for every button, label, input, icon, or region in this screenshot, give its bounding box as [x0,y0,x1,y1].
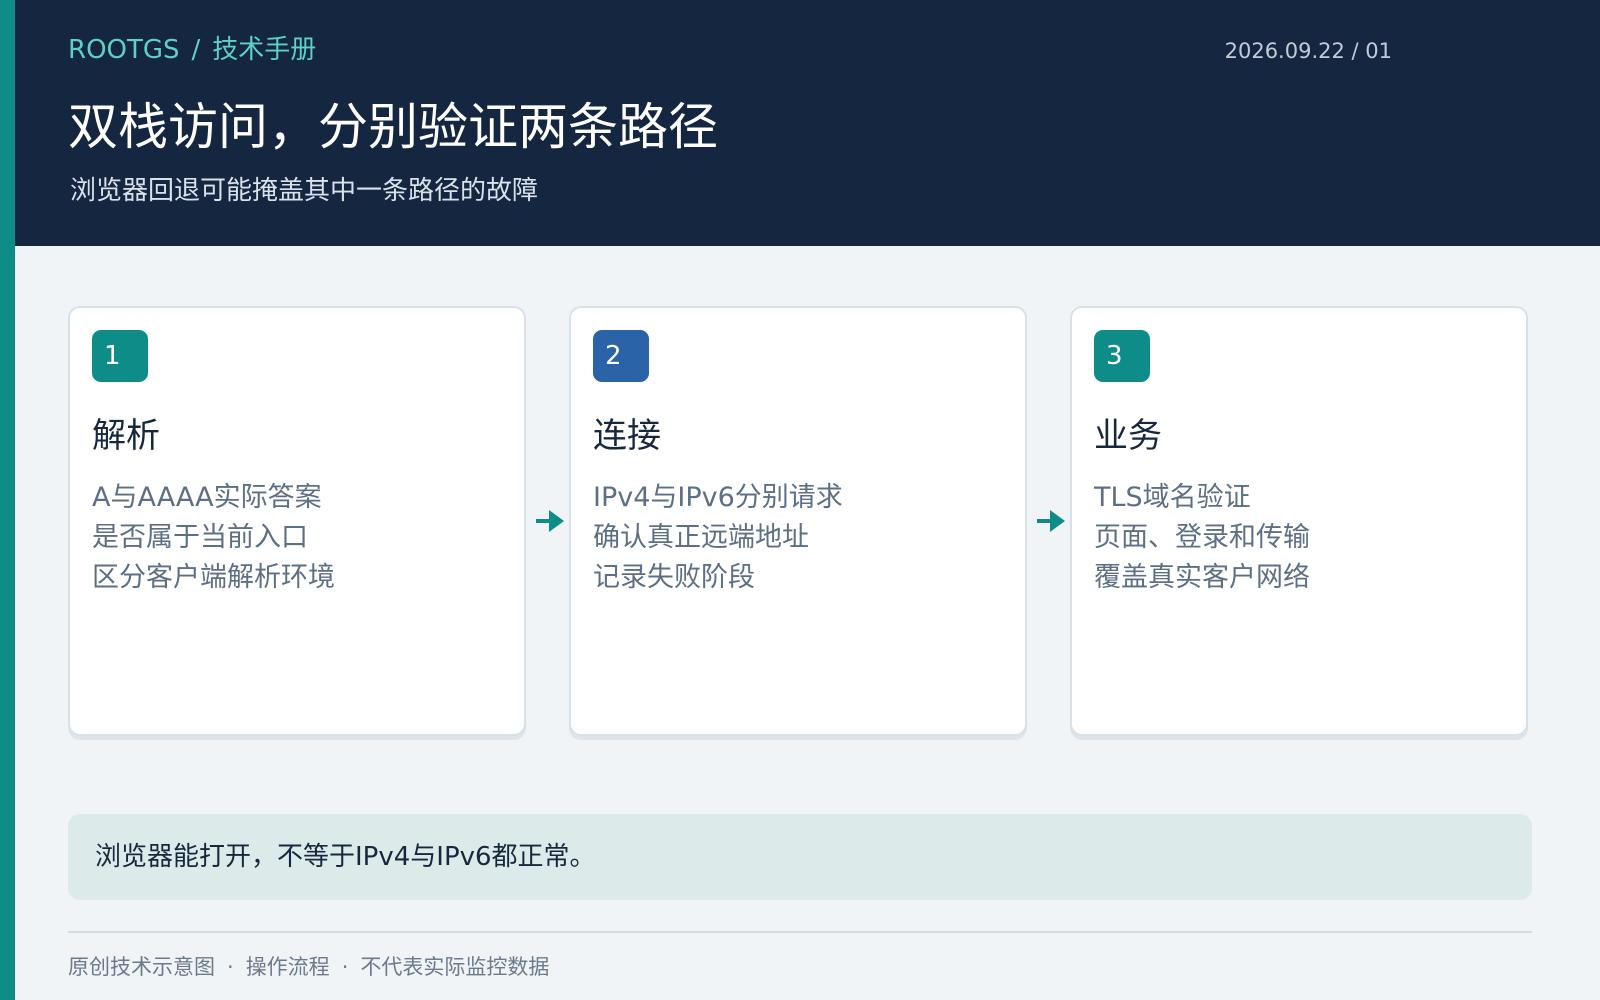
breadcrumb-brand[interactable]: ROOTGS [68,35,180,65]
step-line: 记录失败阶段 [593,562,755,593]
step-badge: 2 [593,330,649,382]
page-meta: 2026.09.22 / 01 [1224,39,1392,63]
step-line: IPv4与IPv6分别请求 [593,482,843,513]
step-badge: 3 [1094,330,1150,382]
step-lines: A与AAAA实际答案 是否属于当前入口 区分客户端解析环境 [92,478,335,598]
callout-text: 浏览器能打开，不等于IPv4与IPv6都正常。 [95,842,596,872]
page-title: 双栈访问，分别验证两条路径 [68,98,718,156]
step-title: 业务 [1094,416,1162,456]
step-card-resolve: 1 解析 A与AAAA实际答案 是否属于当前入口 区分客户端解析环境 [68,306,526,736]
summary-callout: 浏览器能打开，不等于IPv4与IPv6都正常。 [68,814,1532,900]
breadcrumb-separator: / [191,35,201,65]
step-lines: IPv4与IPv6分别请求 确认真正远端地址 记录失败阶段 [593,478,843,598]
step-badge: 1 [92,330,148,382]
page-subtitle: 浏览器回退可能掩盖其中一条路径的故障 [70,176,539,206]
arrow-right-icon [1037,510,1065,532]
footer-item: 原创技术示意图 [68,955,215,979]
step-card-connect: 2 连接 IPv4与IPv6分别请求 确认真正远端地址 记录失败阶段 [569,306,1027,736]
step-line: 确认真正远端地址 [593,522,809,553]
footer-item: 不代表实际监控数据 [360,955,550,979]
breadcrumb: ROOTGS / 技术手册 [68,30,316,70]
step-line: 区分客户端解析环境 [92,562,335,593]
step-title: 连接 [593,416,661,456]
accent-bar [0,0,15,1000]
footer-item: 操作流程 [245,955,330,979]
step-lines: TLS域名验证 页面、登录和传输 覆盖真实客户网络 [1094,478,1310,598]
step-line: TLS域名验证 [1094,482,1251,513]
step-line: A与AAAA实际答案 [92,482,322,513]
footer-separator: · [341,955,349,979]
footer-note: 原创技术示意图 · 操作流程 · 不代表实际监控数据 [68,950,549,984]
header-banner: ROOTGS / 技术手册 2026.09.22 / 01 双栈访问，分别验证两条路… [15,0,1600,246]
step-line: 是否属于当前入口 [92,522,308,553]
arrow-right-icon [536,510,564,532]
footer-divider [68,931,1532,933]
step-line: 覆盖真实客户网络 [1094,562,1310,593]
step-card-business: 3 业务 TLS域名验证 页面、登录和传输 覆盖真实客户网络 [1070,306,1528,736]
step-title: 解析 [92,416,160,456]
breadcrumb-section[interactable]: 技术手册 [212,35,316,65]
footer-separator: · [227,955,234,979]
step-line: 页面、登录和传输 [1094,522,1310,553]
